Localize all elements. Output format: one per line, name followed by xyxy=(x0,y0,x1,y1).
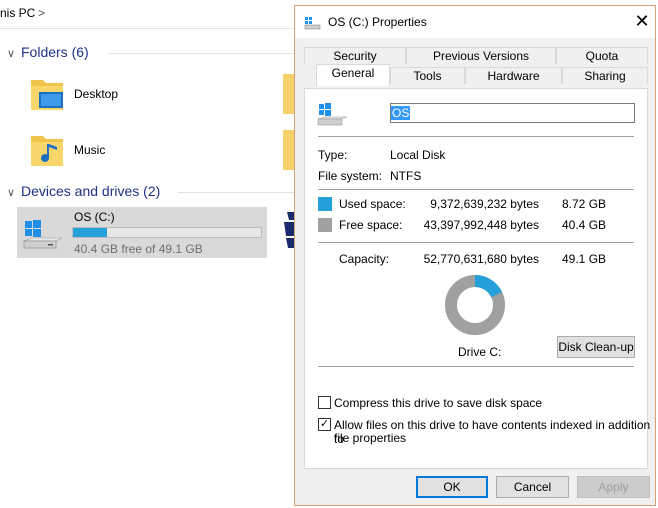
tab-quota[interactable]: Quota xyxy=(556,47,648,64)
volume-name-input[interactable]: OS xyxy=(390,103,635,123)
drive-icon xyxy=(304,16,322,30)
chevron-right-icon[interactable]: > xyxy=(38,6,45,20)
folder-label-music[interactable]: Music xyxy=(74,143,105,157)
separator xyxy=(318,189,634,190)
tab-previous-versions[interactable]: Previous Versions xyxy=(406,47,556,64)
properties-dialog: OS (C:) Properties ✕ Security Previous V… xyxy=(294,5,656,506)
close-icon[interactable]: ✕ xyxy=(631,11,653,33)
tab-tools[interactable]: Tools xyxy=(390,67,465,84)
breadcrumb-item-this-pc[interactable]: nis PC xyxy=(0,6,35,20)
capacity-gb: 49.1 GB xyxy=(562,252,607,266)
free-space-gb: 40.4 GB xyxy=(562,218,607,232)
file-system-value: NTFS xyxy=(390,169,422,183)
disk-usage-donut xyxy=(445,275,505,335)
separator xyxy=(318,136,634,137)
tab-general[interactable]: General xyxy=(316,64,390,86)
type-value: Local Disk xyxy=(390,148,446,162)
free-space-bytes: 43,397,992,448 bytes xyxy=(423,218,539,232)
capacity-label: Capacity: xyxy=(339,252,390,266)
group-divider xyxy=(178,192,296,193)
desktop-folder-icon[interactable] xyxy=(27,74,67,114)
index-checkbox[interactable]: ✓ xyxy=(318,418,331,431)
tab-security[interactable]: Security xyxy=(304,47,406,64)
type-label: Type: xyxy=(318,148,348,162)
folder-icon[interactable] xyxy=(283,74,294,114)
tab-hardware[interactable]: Hardware xyxy=(465,67,562,84)
free-space-label: Free space: xyxy=(339,218,403,232)
separator xyxy=(318,242,634,243)
cancel-button[interactable]: Cancel xyxy=(496,476,569,498)
dvd-drive-icon[interactable] xyxy=(284,210,294,254)
group-header-devices[interactable]: ∨ Devices and drives (2) xyxy=(7,183,160,199)
drive-caption: Drive C: xyxy=(458,345,502,359)
folder-label-desktop[interactable]: Desktop xyxy=(74,87,118,101)
free-space-swatch xyxy=(318,218,332,232)
used-space-label: Used space: xyxy=(339,197,406,211)
folder-icon[interactable] xyxy=(283,130,294,170)
dialog-title: OS (C:) Properties xyxy=(328,15,427,29)
hard-drive-icon xyxy=(22,217,66,253)
file-system-label: File system: xyxy=(318,169,383,183)
group-header-folders[interactable]: ∨ Folders (6) xyxy=(7,44,89,60)
compress-label[interactable]: Compress this drive to save disk space xyxy=(334,396,542,410)
index-label-line2[interactable]: file properties xyxy=(334,431,406,445)
volume-name-value: OS xyxy=(391,106,411,120)
breadcrumb: nis PC > xyxy=(0,0,300,29)
compress-checkbox[interactable] xyxy=(318,396,331,409)
used-space-swatch xyxy=(318,197,332,211)
ok-button[interactable]: OK xyxy=(416,476,488,498)
tab-sharing[interactable]: Sharing xyxy=(562,67,648,84)
disk-cleanup-button[interactable]: Disk Clean-up xyxy=(557,336,635,358)
chevron-down-icon: ∨ xyxy=(7,48,16,60)
drive-free-text: 40.4 GB free of 49.1 GB xyxy=(74,242,203,256)
capacity-bytes: 52,770,631,680 bytes xyxy=(423,252,539,266)
hard-drive-icon xyxy=(317,102,349,128)
drive-usage-bar xyxy=(72,227,262,238)
used-space-gb: 8.72 GB xyxy=(562,197,607,211)
dialog-titlebar[interactable]: OS (C:) Properties ✕ xyxy=(295,6,655,38)
drive-label[interactable]: OS (C:) xyxy=(74,210,115,224)
used-space-bytes: 9,372,639,232 bytes xyxy=(430,197,539,211)
group-divider xyxy=(108,53,296,54)
apply-button[interactable]: Apply xyxy=(577,476,650,498)
chevron-down-icon: ∨ xyxy=(7,187,16,199)
drive-usage-fill xyxy=(73,228,107,237)
music-folder-icon[interactable] xyxy=(27,130,67,170)
separator xyxy=(318,366,634,367)
